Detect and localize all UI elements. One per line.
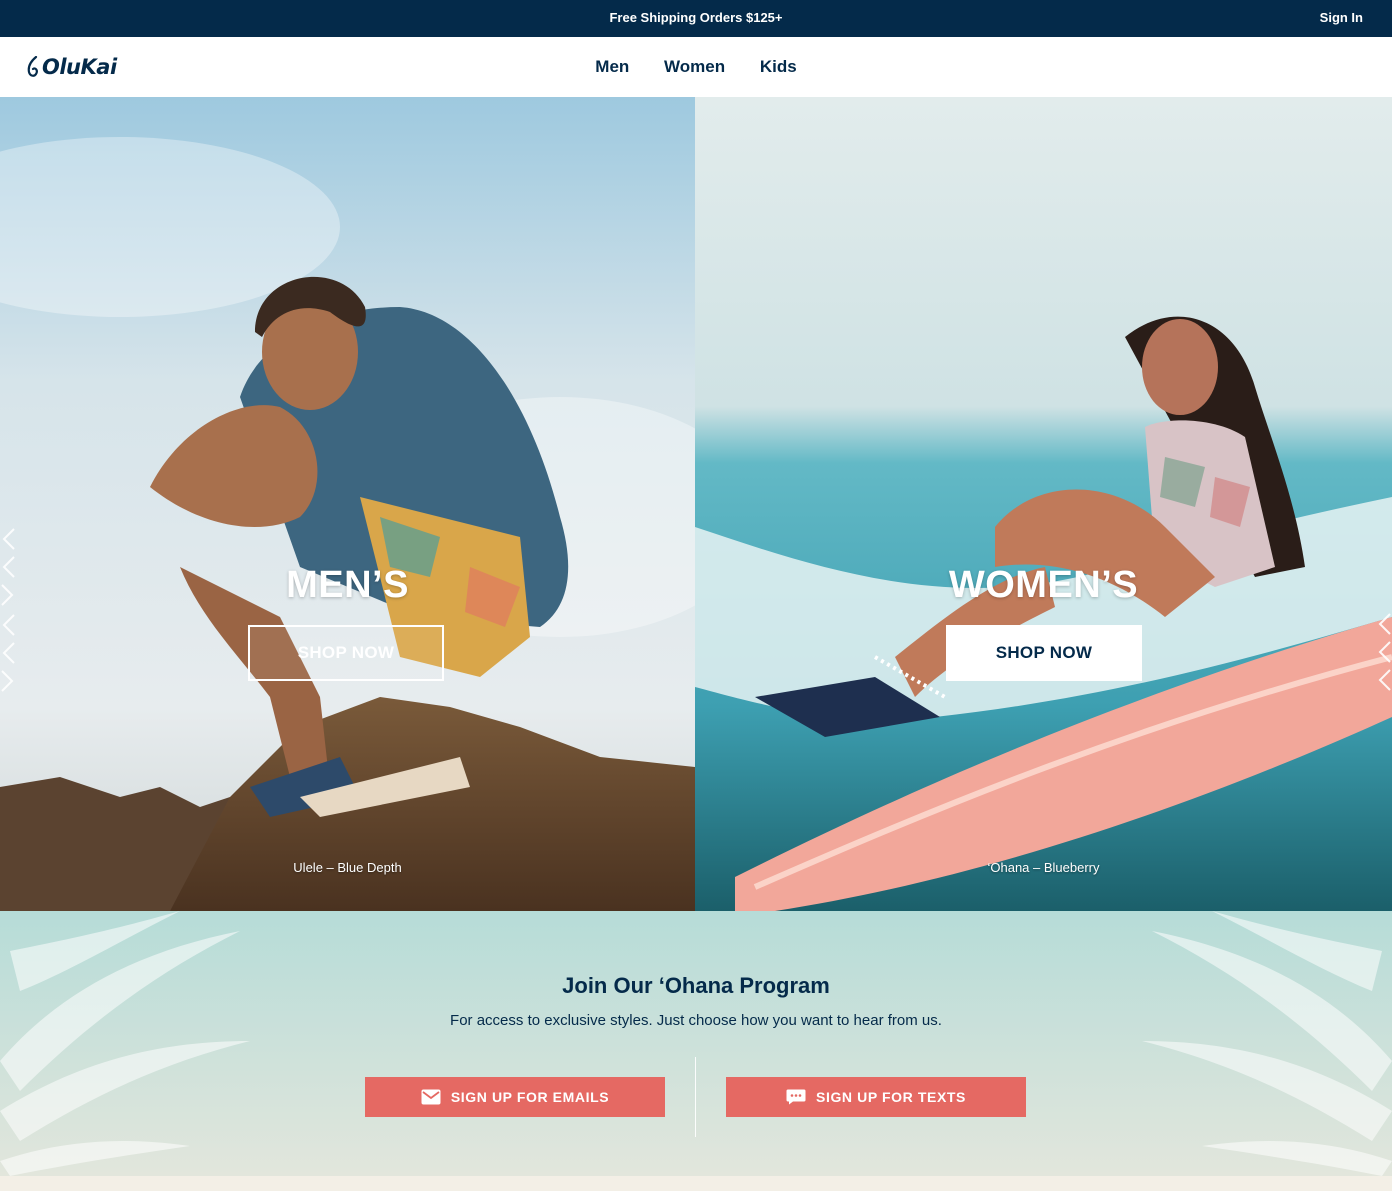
mens-title: MEN’S xyxy=(286,564,409,606)
sign-up-emails-button[interactable]: SIGN UP FOR EMAILS xyxy=(365,1077,665,1117)
chevron-pattern-icon xyxy=(1,528,15,692)
womens-product-caption: ‘Ohana – Blueberry xyxy=(987,860,1100,875)
sign-up-emails-label: SIGN UP FOR EMAILS xyxy=(450,1089,610,1105)
mens-shop-now-button[interactable]: SHOP NOW xyxy=(248,625,444,681)
sign-up-texts-label: SIGN UP FOR TEXTS xyxy=(816,1089,966,1105)
chevron-pattern-icon xyxy=(1378,613,1391,691)
mail-icon xyxy=(421,1089,441,1105)
nav-item-women[interactable]: Women xyxy=(664,57,725,77)
womens-hero[interactable]: WOMEN’S SHOP NOW ‘Ohana – Blueberry xyxy=(695,97,1392,911)
womens-title: WOMEN’S xyxy=(948,564,1139,606)
divider xyxy=(695,1057,696,1137)
ohana-signup-section: Join Our ‘Ohana Program For access to ex… xyxy=(0,911,1392,1176)
womens-hero-image xyxy=(695,97,1392,911)
promo-bar: Free Shipping Orders $125+ Sign In xyxy=(0,0,1392,37)
mens-product-caption: Ulele – Blue Depth xyxy=(293,860,402,875)
palm-leaf-icon xyxy=(0,911,250,1176)
nav-item-kids[interactable]: Kids xyxy=(760,57,797,77)
chat-icon xyxy=(786,1089,806,1105)
sign-up-texts-button[interactable]: SIGN UP FOR TEXTS xyxy=(726,1077,1026,1117)
womens-shop-now-button[interactable]: SHOP NOW xyxy=(946,625,1142,681)
ohana-title: Join Our ‘Ohana Program xyxy=(562,973,830,998)
ohana-subtitle: For access to exclusive styles. Just cho… xyxy=(450,1012,942,1029)
mens-hero[interactable]: MEN’S SHOP NOW Ulele – Blue Depth xyxy=(0,97,695,911)
nav-item-men[interactable]: Men xyxy=(595,57,629,77)
mens-hero-image xyxy=(0,97,695,911)
main-nav: OluKai Men Women Kids xyxy=(0,37,1392,97)
category-menu: Men Women Kids xyxy=(0,57,1392,77)
sign-in-link[interactable]: Sign In xyxy=(1320,10,1363,25)
free-shipping-promo: Free Shipping Orders $125+ xyxy=(609,10,783,25)
palm-leaf-icon xyxy=(1142,911,1392,1176)
